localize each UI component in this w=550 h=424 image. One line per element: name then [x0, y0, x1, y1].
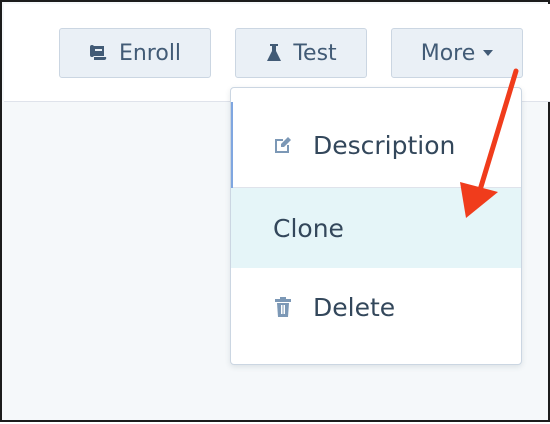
- clone-label: Clone: [273, 213, 344, 243]
- more-label: More: [420, 40, 476, 66]
- flask-icon: [265, 43, 283, 63]
- trash-icon: [273, 297, 293, 317]
- caret-down-icon: [483, 50, 494, 56]
- test-button[interactable]: Test: [235, 28, 367, 78]
- more-dropdown-menu: Description Clone Delete: [230, 87, 522, 365]
- menu-item-clone[interactable]: Clone: [231, 188, 521, 268]
- scroll-icon: [89, 44, 109, 62]
- delete-label: Delete: [313, 292, 396, 322]
- description-label: Description: [313, 130, 456, 160]
- menu-item-delete[interactable]: Delete: [231, 268, 521, 346]
- menu-item-description[interactable]: Description: [231, 102, 521, 188]
- test-label: Test: [293, 40, 337, 66]
- screenshot-frame: Enroll Test More Description Clone Delet…: [0, 0, 550, 422]
- enroll-label: Enroll: [118, 40, 182, 66]
- edit-icon: [273, 135, 293, 155]
- more-button[interactable]: More: [391, 28, 523, 78]
- enroll-button[interactable]: Enroll: [59, 28, 211, 78]
